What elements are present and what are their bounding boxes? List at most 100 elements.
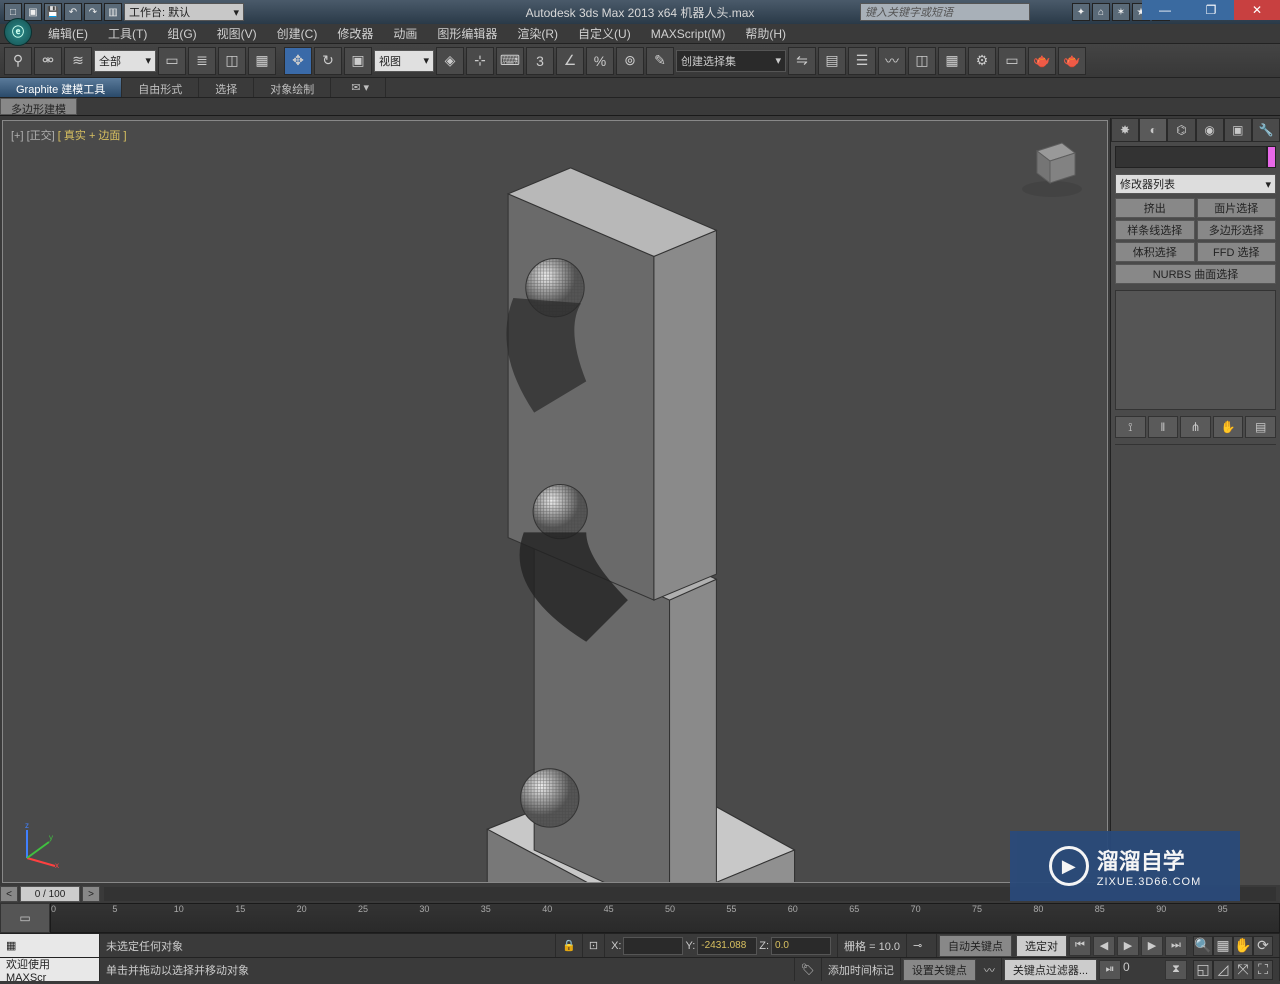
key-mode-icon[interactable]: ⊸ [907, 934, 937, 957]
orbit-icon[interactable]: ⟳ [1253, 936, 1273, 956]
time-tag-icon[interactable]: 🏷 [795, 958, 822, 981]
unlink-icon[interactable]: ⚮ [34, 47, 62, 75]
script-listener[interactable]: 欢迎使用 MAXScr [0, 958, 100, 981]
coord-z-input[interactable]: 0.0 [771, 937, 831, 955]
menu-tools[interactable]: 工具(T) [98, 23, 157, 44]
key-step-icon[interactable]: ⏯ [1099, 960, 1121, 980]
key-filters-button[interactable]: 关键点过滤器... [1004, 959, 1097, 981]
configure-sets-icon[interactable]: ▤ [1245, 416, 1276, 438]
selected-button[interactable]: 选定对 [1016, 935, 1067, 957]
mirror-icon[interactable]: ⇋ [788, 47, 816, 75]
goto-start-icon[interactable]: ⏮ [1069, 936, 1091, 956]
modify-tab-icon[interactable]: ◐ [1139, 118, 1167, 142]
angle-snap-icon[interactable]: ∠ [556, 47, 584, 75]
modifier-list-dropdown[interactable]: 修改器列表▾ [1115, 174, 1276, 194]
maxscript-toggle[interactable]: ▦ [0, 934, 100, 957]
maximize-button[interactable]: ❐ [1188, 0, 1234, 20]
link-icon[interactable]: ⚲ [4, 47, 32, 75]
viewport[interactable]: [+] [正交] [ 真实 + 边面 ] [2, 120, 1108, 883]
fov-icon[interactable]: ◿ [1213, 960, 1233, 980]
add-time-tag[interactable]: 添加时间标记 [822, 958, 901, 981]
btn-poly-select[interactable]: 多边形选择 [1197, 220, 1277, 240]
pin-stack-icon[interactable]: ⟟ [1115, 416, 1146, 438]
lock-selection-icon[interactable]: 🔒 [556, 934, 583, 957]
time-slider-handle[interactable]: 0 / 100 [20, 886, 80, 902]
window-crossing-icon[interactable]: ▦ [248, 47, 276, 75]
menu-customize[interactable]: 自定义(U) [568, 23, 641, 44]
zoom-extents-icon[interactable]: ◱ [1193, 960, 1213, 980]
render-setup-icon[interactable]: ⚙ [968, 47, 996, 75]
prev-frame-icon[interactable]: ◀ [1093, 936, 1115, 956]
viewcube[interactable] [1017, 131, 1087, 201]
schematic-view-icon[interactable]: ◫ [908, 47, 936, 75]
current-frame-input[interactable]: 0 [1123, 960, 1163, 980]
walk-icon[interactable]: ⤧ [1233, 960, 1253, 980]
render-icon[interactable]: 🫖 [1028, 47, 1056, 75]
time-config-icon[interactable]: ⧗ [1165, 960, 1187, 980]
menu-group[interactable]: 组(G) [157, 23, 206, 44]
select-by-name-icon[interactable]: ≣ [188, 47, 216, 75]
align-icon[interactable]: ▤ [818, 47, 846, 75]
comm-center-icon[interactable]: ✦ [1072, 3, 1090, 21]
menu-views[interactable]: 视图(V) [207, 23, 267, 44]
set-key-button[interactable]: 设置关键点 [903, 959, 976, 981]
motion-tab-icon[interactable]: ◉ [1196, 118, 1224, 142]
percent-snap-icon[interactable]: % [586, 47, 614, 75]
menu-animation[interactable]: 动画 [383, 23, 427, 44]
tab-freeform[interactable]: 自由形式 [122, 78, 199, 97]
bind-spacewarp-icon[interactable]: ≋ [64, 47, 92, 75]
layers-icon[interactable]: ☰ [848, 47, 876, 75]
rollout-area[interactable] [1115, 444, 1276, 881]
scale-icon[interactable]: ▣ [344, 47, 372, 75]
move-icon[interactable]: ✥ [284, 47, 312, 75]
object-name-input[interactable] [1115, 146, 1267, 168]
minimize-button[interactable]: — [1142, 0, 1188, 20]
qat-project-icon[interactable]: ▥ [104, 3, 122, 21]
menu-modifiers[interactable]: 修改器 [327, 23, 383, 44]
btn-vol-select[interactable]: 体积选择 [1115, 242, 1195, 262]
help-search-input[interactable]: 键入关键字或短语 [860, 3, 1030, 21]
utilities-tab-icon[interactable]: 🔧 [1252, 118, 1280, 142]
btn-spline-select[interactable]: 样条线选择 [1115, 220, 1195, 240]
display-tab-icon[interactable]: ▣ [1224, 118, 1252, 142]
coord-x-input[interactable] [623, 937, 683, 955]
tab-graphite[interactable]: Graphite 建模工具 [0, 78, 122, 97]
exchange-icon[interactable]: ✶ [1112, 3, 1130, 21]
auto-key-button[interactable]: 自动关键点 [939, 935, 1012, 957]
ribbon-expand-icon[interactable]: ✉ ▾ [335, 78, 386, 97]
subscription-icon[interactable]: ⌂ [1092, 3, 1110, 21]
qat-open-icon[interactable]: ▣ [24, 3, 42, 21]
curve-editor-icon[interactable]: 〰 [878, 47, 906, 75]
trackbar-toggle-icon[interactable]: ▭ [0, 903, 50, 933]
menu-rendering[interactable]: 渲染(R) [507, 23, 568, 44]
btn-extrude[interactable]: 挤出 [1115, 198, 1195, 218]
ts-prev-icon[interactable]: < [0, 886, 18, 902]
panel-polymodel[interactable]: 多边形建模 [0, 98, 77, 115]
ref-coord-dropdown[interactable]: 视图▾ [374, 50, 434, 72]
show-end-icon[interactable]: ‖ [1148, 416, 1179, 438]
named-selection-dropdown[interactable]: 创建选择集▾ [676, 50, 786, 72]
key-filters-icon[interactable]: 〰 [978, 958, 1002, 981]
menu-graph[interactable]: 图形编辑器 [427, 23, 507, 44]
pan-icon[interactable]: ✋ [1233, 936, 1253, 956]
close-button[interactable]: ✕ [1234, 0, 1280, 20]
selection-filter-dropdown[interactable]: 全部▾ [94, 50, 156, 72]
zoom-icon[interactable]: 🔍 [1193, 936, 1213, 956]
qat-redo-icon[interactable]: ↷ [84, 3, 102, 21]
hierarchy-tab-icon[interactable]: ⌬ [1167, 118, 1195, 142]
btn-nurbs-select[interactable]: NURBS 曲面选择 [1115, 264, 1276, 284]
select-object-icon[interactable]: ▭ [158, 47, 186, 75]
ts-next-icon[interactable]: > [82, 886, 100, 902]
snap-toggle-icon[interactable]: 3 [526, 47, 554, 75]
menu-edit[interactable]: 编辑(E) [38, 23, 98, 44]
keyboard-shortcut-icon[interactable]: ⌨ [496, 47, 524, 75]
object-color-swatch[interactable] [1267, 146, 1276, 168]
btn-ffd-select[interactable]: FFD 选择 [1197, 242, 1277, 262]
edit-named-sel-icon[interactable]: ✎ [646, 47, 674, 75]
isolate-icon[interactable]: ⊡ [583, 934, 605, 957]
workspace-dropdown[interactable]: 工作台: 默认▾ [124, 3, 244, 21]
select-region-icon[interactable]: ◫ [218, 47, 246, 75]
rotate-icon[interactable]: ↻ [314, 47, 342, 75]
pivot-center-icon[interactable]: ◈ [436, 47, 464, 75]
qat-save-icon[interactable]: 💾 [44, 3, 62, 21]
